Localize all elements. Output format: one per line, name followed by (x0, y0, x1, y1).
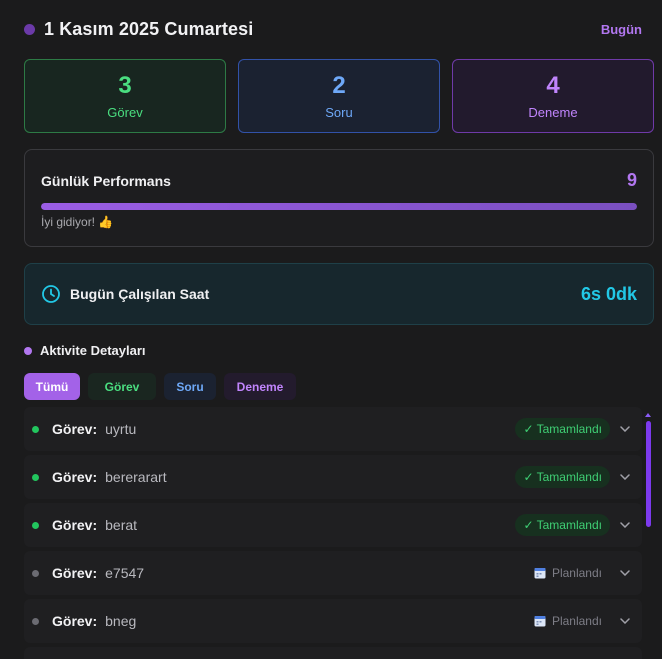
activity-type: Görev: (52, 517, 98, 533)
performance-card: Günlük Performans 9 İyi gidiyor! 👍 (24, 149, 654, 247)
activity-row[interactable]: Görev: bererarart ✓ Tamamlandı (24, 455, 642, 499)
filter-soru[interactable]: Soru (164, 373, 216, 400)
status-dot (32, 617, 39, 625)
activity-name: uyrtu (105, 421, 137, 437)
activity-title: Aktivite Detayları (40, 343, 146, 358)
daily-detail-panel: 1 Kasım 2025 Cumartesi Bugün 3 Görev 2 S… (0, 0, 662, 659)
status-dot (32, 425, 39, 433)
performance-progress-bar (41, 203, 637, 210)
scroll-up-arrow-icon[interactable] (645, 413, 651, 417)
clock-icon (41, 284, 61, 304)
filter-deneme[interactable]: Deneme (224, 373, 296, 400)
status-dot (32, 473, 39, 481)
activity-filters: Tümü Görev Soru Deneme (24, 373, 296, 400)
performance-score: 9 (626, 170, 637, 190)
today-button[interactable]: Bugün (601, 22, 642, 37)
activity-type: Görev: (52, 613, 98, 629)
study-hours-value: 6s 0dk (580, 283, 637, 304)
status-badge: Planlandı (526, 562, 610, 584)
stat-value: 3 (118, 71, 132, 99)
calendar-icon (534, 567, 546, 579)
page-title: 1 Kasım 2025 Cumartesi (44, 18, 254, 39)
activity-list: Görev: uyrtu ✓ Tamamlandı Görev: bererar… (24, 405, 642, 659)
activity-row[interactable]: Görev: uyrtu ✓ Tamamlandı (24, 407, 642, 451)
study-hours-label: Bugün Çalışılan Saat (70, 286, 210, 302)
activity-name: e7547 (105, 565, 145, 581)
activity-type: Görev: (52, 469, 98, 485)
chevron-down-icon[interactable] (610, 426, 640, 432)
activity-row[interactable]: Görev: bneg Planlandı (24, 599, 642, 643)
activity-row[interactable] (24, 647, 642, 659)
stat-card-soru: 2 Soru (238, 59, 440, 133)
activity-dot (24, 346, 32, 355)
stats-row: 3 Görev 2 Soru 4 Deneme (24, 59, 654, 133)
stat-value: 4 (546, 71, 560, 99)
stat-label: Deneme (528, 104, 578, 120)
status-dot (32, 569, 39, 577)
stat-card-deneme: 4 Deneme (452, 59, 654, 133)
performance-message: İyi gidiyor! 👍 (41, 215, 114, 229)
status-label: Planlandı (551, 614, 602, 628)
activity-name: bererarart (105, 469, 167, 485)
stat-label: Görev (107, 104, 143, 120)
status-badge: ✓ Tamamlandı (515, 514, 610, 536)
activity-name: bneg (105, 613, 137, 629)
filter-all[interactable]: Tümü (24, 373, 80, 400)
activity-type: Görev: (52, 421, 98, 437)
status-badge: ✓ Tamamlandı (515, 466, 610, 488)
study-hours-card: Bugün Çalışılan Saat 6s 0dk (24, 263, 654, 325)
activity-row[interactable]: Görev: berat ✓ Tamamlandı (24, 503, 642, 547)
scrollbar[interactable] (645, 413, 651, 659)
status-dot (32, 521, 39, 529)
performance-title: Günlük Performans (41, 173, 171, 189)
header-dot (24, 23, 35, 35)
filter-gorev[interactable]: Görev (88, 373, 156, 400)
chevron-down-icon[interactable] (610, 570, 640, 576)
status-label: Planlandı (551, 566, 602, 580)
stat-label: Soru (325, 104, 353, 120)
chevron-down-icon[interactable] (610, 474, 640, 480)
activity-type: Görev: (52, 565, 98, 581)
stat-card-gorev: 3 Görev (24, 59, 226, 133)
activity-row[interactable]: Görev: e7547 Planlandı (24, 551, 642, 595)
status-badge: Planlandı (526, 610, 610, 632)
stat-value: 2 (332, 71, 346, 99)
chevron-down-icon[interactable] (610, 522, 640, 528)
header: 1 Kasım 2025 Cumartesi Bugün (24, 16, 642, 42)
performance-progress-fill (41, 203, 637, 210)
chevron-down-icon[interactable] (610, 618, 640, 624)
scrollbar-thumb[interactable] (646, 421, 651, 527)
activity-header: Aktivite Detayları (24, 343, 146, 358)
status-badge: ✓ Tamamlandı (515, 418, 610, 440)
activity-name: berat (105, 517, 138, 533)
calendar-icon (534, 615, 546, 627)
